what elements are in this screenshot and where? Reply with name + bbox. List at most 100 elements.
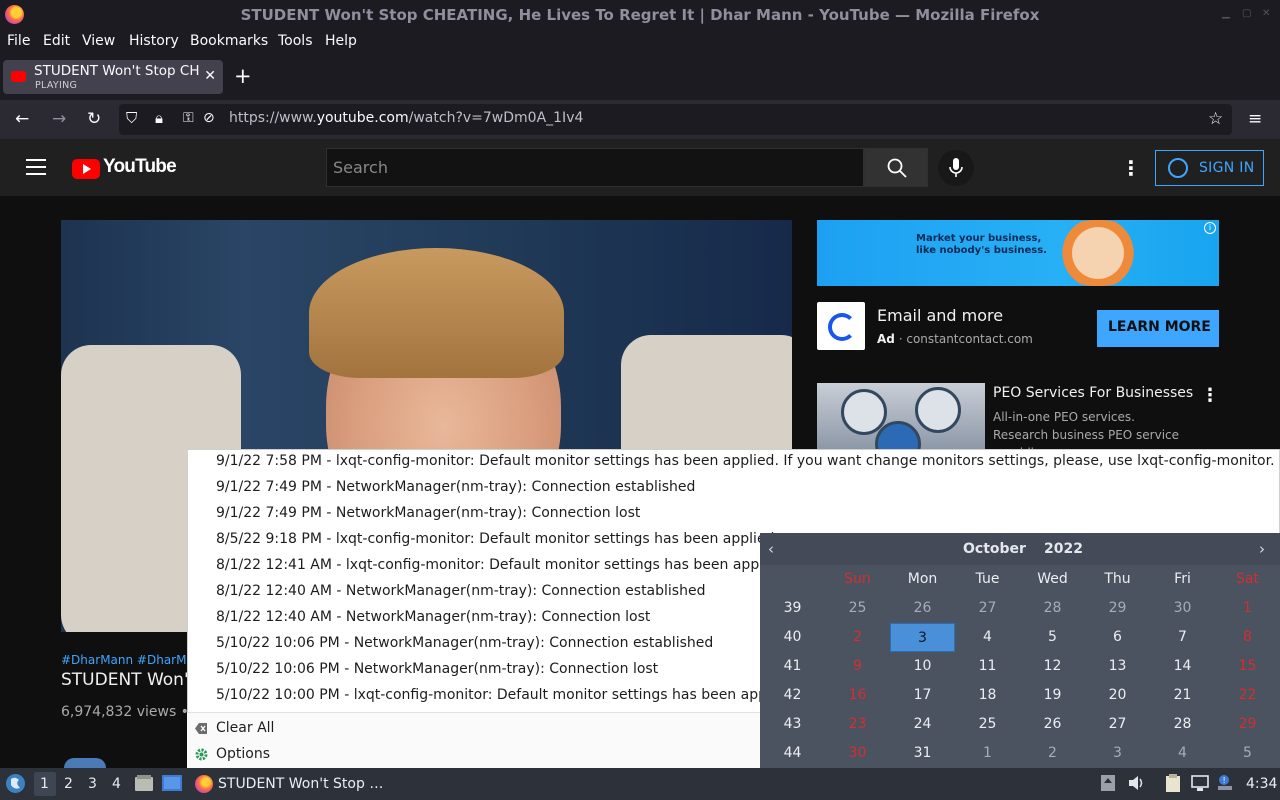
calendar-day[interactable]: 10 <box>890 652 955 681</box>
minimize-icon[interactable]: ▁ <box>1222 8 1232 19</box>
new-tab-icon[interactable]: + <box>234 64 252 88</box>
calendar-day[interactable]: 30 <box>1150 594 1215 623</box>
sign-in-button[interactable]: SIGN IN <box>1155 150 1264 186</box>
desktop-2[interactable]: 2 <box>64 776 73 792</box>
peo-ad-more-icon[interactable]: ⋮ <box>1201 385 1219 406</box>
shield-icon[interactable]: ⛉ <box>126 109 137 127</box>
search-input[interactable]: Search <box>326 148 864 187</box>
voice-search-button[interactable] <box>938 150 974 186</box>
calendar-day[interactable]: 27 <box>955 594 1020 623</box>
notification-item[interactable]: 5/10/22 10:06 PM - NetworkManager(nm-tra… <box>216 661 658 677</box>
calendar-day[interactable]: 25 <box>825 594 890 623</box>
maximize-icon[interactable]: ▢ <box>1242 8 1252 19</box>
calendar-day[interactable]: 4 <box>1150 739 1215 768</box>
volume-icon[interactable] <box>1127 774 1145 792</box>
file-manager-icon[interactable] <box>135 775 153 791</box>
taskbar-firefox-button[interactable]: STUDENT Won't Stop … <box>192 771 383 798</box>
calendar-day[interactable]: 20 <box>1085 681 1150 710</box>
next-month-icon[interactable]: › <box>1259 540 1265 558</box>
calendar-day[interactable]: 9 <box>825 652 890 681</box>
reload-icon[interactable]: ↻ <box>87 109 101 129</box>
calendar-day[interactable]: 19 <box>1020 681 1085 710</box>
calendar-day[interactable]: 26 <box>890 594 955 623</box>
calendar-day[interactable]: 3 <box>890 623 955 652</box>
forward-icon[interactable]: → <box>52 109 66 129</box>
network-tray-icon[interactable] <box>1191 774 1209 792</box>
calendar-day[interactable]: 8 <box>1215 623 1280 652</box>
calendar-day[interactable]: 16 <box>825 681 890 710</box>
calendar-day[interactable]: 14 <box>1150 652 1215 681</box>
lxqt-start-icon[interactable] <box>5 773 26 794</box>
calendar-day[interactable]: 15 <box>1215 652 1280 681</box>
app-menu-icon[interactable]: ≡ <box>1248 109 1262 129</box>
notification-item[interactable]: 8/1/22 12:40 AM - NetworkManager(nm-tray… <box>216 609 650 625</box>
calendar-day[interactable]: 27 <box>1085 710 1150 739</box>
url-text[interactable]: https://www.youtube.com/watch?v=7wDm0A_1… <box>229 110 583 126</box>
notification-item[interactable]: 5/10/22 10:00 PM - lxqt-config-monitor: … <box>216 687 797 703</box>
calendar-day[interactable]: 26 <box>1020 710 1085 739</box>
calendar-day[interactable]: 1 <box>1215 594 1280 623</box>
ad-title[interactable]: Email and more <box>877 306 1003 325</box>
notification-item[interactable]: 8/1/22 12:40 AM - NetworkManager(nm-tray… <box>216 583 705 599</box>
clear-all-button[interactable]: Clear All <box>216 720 274 736</box>
calendar-day[interactable]: 2 <box>825 623 890 652</box>
calendar-day[interactable]: 25 <box>955 710 1020 739</box>
calendar-day[interactable]: 7 <box>1150 623 1215 652</box>
bookmark-star-icon[interactable]: ☆ <box>1208 109 1223 129</box>
clock[interactable]: 4:34 <box>1246 776 1277 792</box>
notification-item[interactable]: 9/1/22 7:49 PM - NetworkManager(nm-tray)… <box>216 479 695 495</box>
guide-menu-icon[interactable] <box>26 159 46 175</box>
ad-info-icon[interactable]: i <box>1204 222 1216 234</box>
permissions-icon[interactable]: ⚿ <box>183 110 194 126</box>
calendar-day[interactable]: 17 <box>890 681 955 710</box>
calendar-day[interactable]: 23 <box>825 710 890 739</box>
menu-history[interactable]: History <box>129 33 179 49</box>
tab-close-icon[interactable]: ✕ <box>204 68 216 84</box>
menu-edit[interactable]: Edit <box>43 33 70 49</box>
calendar-day[interactable]: 24 <box>890 710 955 739</box>
peo-ad-thumbnail[interactable] <box>817 383 985 449</box>
peo-ad-title[interactable]: PEO Services For Businesses <box>993 385 1193 401</box>
calendar-day[interactable]: 3 <box>1085 739 1150 768</box>
updates-tray-icon[interactable] <box>1099 774 1117 792</box>
ad-banner[interactable]: Market your business, like nobody's busi… <box>817 220 1219 286</box>
notification-item[interactable]: 8/5/22 9:18 PM - lxqt-config-monitor: De… <box>216 531 779 547</box>
calendar-day[interactable]: 28 <box>1020 594 1085 623</box>
lock-icon[interactable]: 🔒︎ <box>155 109 163 127</box>
calendar-day[interactable]: 21 <box>1150 681 1215 710</box>
menu-help[interactable]: Help <box>325 33 357 49</box>
search-button[interactable] <box>864 148 928 187</box>
notification-item[interactable]: 9/1/22 7:49 PM - NetworkManager(nm-tray)… <box>216 505 640 521</box>
desktop-1[interactable]: 1 <box>40 776 49 792</box>
calendar-day[interactable]: 12 <box>1020 652 1085 681</box>
show-desktop-icon[interactable] <box>162 775 182 791</box>
desktop-3[interactable]: 3 <box>88 776 97 792</box>
calendar-day[interactable]: 28 <box>1150 710 1215 739</box>
calendar-day[interactable]: 22 <box>1215 681 1280 710</box>
notification-tray-icon[interactable]: ! <box>1216 774 1234 792</box>
settings-more-icon[interactable]: ⋮ <box>1121 156 1141 180</box>
calendar-day[interactable]: 6 <box>1085 623 1150 652</box>
learn-more-button[interactable]: LEARN MORE <box>1097 310 1219 347</box>
options-button[interactable]: Options <box>216 746 270 762</box>
previous-month-icon[interactable]: ‹ <box>768 540 774 558</box>
calendar-day[interactable]: 29 <box>1215 710 1280 739</box>
calendar-day[interactable]: 5 <box>1020 623 1085 652</box>
autoplay-blocked-icon[interactable]: ⊘ <box>203 110 215 126</box>
calendar-day[interactable]: 13 <box>1085 652 1150 681</box>
calendar-day[interactable]: 30 <box>825 739 890 768</box>
calendar-day[interactable]: 29 <box>1085 594 1150 623</box>
menu-bookmarks[interactable]: Bookmarks <box>190 33 268 49</box>
calendar-day[interactable]: 1 <box>955 739 1020 768</box>
calendar-day[interactable]: 4 <box>955 623 1020 652</box>
calendar-day[interactable]: 5 <box>1215 739 1280 768</box>
calendar-day[interactable]: 18 <box>955 681 1020 710</box>
youtube-logo-icon[interactable] <box>72 159 100 179</box>
channel-avatar[interactable] <box>64 758 106 768</box>
desktop-4[interactable]: 4 <box>112 776 121 792</box>
clipboard-icon[interactable] <box>1164 774 1182 792</box>
calendar-day[interactable]: 2 <box>1020 739 1085 768</box>
notification-item[interactable]: 9/1/22 7:58 PM - lxqt-config-monitor: De… <box>216 453 1275 469</box>
youtube-wordmark[interactable]: YouTube <box>103 156 177 178</box>
calendar-day[interactable]: 31 <box>890 739 955 768</box>
